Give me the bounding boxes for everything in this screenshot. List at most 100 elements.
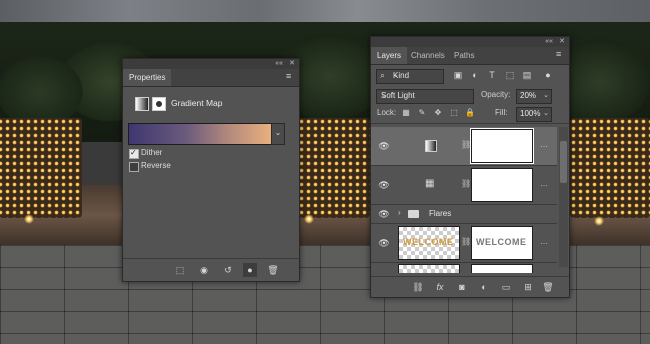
chain-link-icon[interactable]: ⛓	[461, 179, 471, 188]
trash-icon[interactable]: 🗑	[541, 280, 555, 294]
layers-panel: «« ✕ Layers Channels Paths ≡ ⌕ Kind ⌄ ▣ …	[370, 36, 570, 298]
more-icon[interactable]: …	[540, 237, 548, 246]
layers-scrollbar[interactable]	[559, 127, 568, 267]
lock-position-icon[interactable]: ✥	[433, 108, 443, 118]
close-icon[interactable]: ✕	[289, 59, 295, 69]
filter-toggle-icon[interactable]: ●	[543, 70, 553, 80]
eye-icon[interactable]: 👁	[378, 238, 390, 248]
gradient-preview[interactable]	[128, 123, 272, 145]
collapse-icon[interactable]: ««	[545, 37, 553, 47]
lock-row: Lock: ▦ ✎ ✥ ⬚ 🔒 Fill: 100% ⌄	[371, 105, 569, 124]
flare-icon	[24, 214, 34, 224]
opacity-value: 20%	[520, 91, 537, 100]
clip-to-layer-icon[interactable]: ⬚	[173, 263, 187, 277]
fill-label: Fill:	[495, 108, 508, 117]
lock-transparency-icon[interactable]: ▦	[401, 108, 411, 118]
layer-row-pattern[interactable]: 👁 ▦ ⛓ …	[371, 166, 557, 205]
blend-row: Soft Light ⌄ Opacity: 20% ⌄	[371, 87, 569, 105]
layers-bottom-bar: ⛓ fx ◙ ◐ ▭ ⊞ 🗑	[371, 276, 569, 297]
properties-body: Gradient Map ⌄ Dither Reverse ⬚ ◉ ↺ ● 🗑	[123, 87, 299, 281]
new-layer-icon[interactable]: ⊞	[521, 280, 535, 294]
mask-icon[interactable]: ◙	[455, 280, 469, 294]
panel-titlebar[interactable]: «« ✕	[123, 59, 299, 69]
gradient-dropdown-chevron-icon[interactable]: ⌄	[271, 123, 285, 145]
panel-titlebar[interactable]: «« ✕	[371, 37, 569, 47]
eye-icon[interactable]: 👁	[378, 180, 390, 190]
dither-checkbox[interactable]	[129, 148, 139, 159]
tab-channels[interactable]: Channels	[405, 47, 451, 64]
view-previous-state-icon[interactable]: ◉	[197, 263, 211, 277]
filter-type-icon[interactable]: T	[487, 70, 497, 80]
reset-icon[interactable]: ↺	[221, 263, 235, 277]
filter-kind-dropdown[interactable]: ⌕ Kind ⌄	[376, 69, 444, 84]
grid-adjustment-icon: ▦	[425, 178, 435, 189]
fill-input[interactable]: 100% ⌄	[516, 107, 552, 122]
filter-pixel-icon[interactable]: ▣	[453, 70, 463, 80]
layer-mask-icon[interactable]	[152, 97, 166, 111]
scrollbar-thumb[interactable]	[560, 141, 567, 183]
tab-properties[interactable]: Properties	[123, 69, 172, 86]
chevron-down-icon: ⌄	[381, 92, 387, 99]
eye-icon[interactable]: 👁	[378, 141, 390, 151]
collapse-icon[interactable]: ««	[275, 59, 283, 69]
link-icon[interactable]: ⛓	[411, 280, 425, 294]
eye-icon[interactable]: 👁	[378, 209, 390, 219]
blend-mode-dropdown[interactable]: Soft Light ⌄	[376, 89, 474, 104]
opacity-input[interactable]: 20% ⌄	[516, 89, 552, 104]
group-name: Flares	[429, 209, 452, 218]
lock-label: Lock:	[377, 108, 397, 117]
reverse-label: Reverse	[141, 161, 171, 170]
marquee-letter-m	[570, 118, 650, 218]
gradient-map-adjustment-icon	[135, 97, 149, 111]
filter-shape-icon[interactable]: ⬚	[505, 70, 515, 80]
properties-bottom-bar: ⬚ ◉ ↺ ● 🗑	[123, 258, 299, 281]
fill-value: 100%	[520, 109, 541, 118]
layer-mask-thumbnail[interactable]: WELCOME	[471, 226, 533, 260]
layer-mask-thumbnail[interactable]	[471, 264, 533, 273]
adjustment-icon[interactable]: ◐	[477, 280, 491, 294]
marquee-letter-c	[298, 118, 370, 218]
group-icon[interactable]: ▭	[499, 280, 513, 294]
layer-mask-thumbnail[interactable]	[471, 168, 533, 202]
trash-icon[interactable]: 🗑	[266, 263, 280, 277]
opacity-label: Opacity:	[481, 90, 511, 99]
chain-link-icon[interactable]: ⛓	[461, 140, 471, 149]
layer-row-welcome-text[interactable]: 👁 WELCOME ⛓ WELCOME …	[371, 224, 557, 263]
layers-tabbar: Layers Channels Paths ≡	[371, 47, 569, 65]
chevron-down-icon: ⌄	[543, 110, 549, 117]
tab-paths[interactable]: Paths	[448, 47, 480, 64]
more-icon[interactable]: …	[540, 179, 548, 188]
close-icon[interactable]: ✕	[559, 37, 565, 47]
layer-mask-thumbnail[interactable]	[470, 128, 534, 164]
folder-icon	[408, 210, 419, 218]
welcome-thumbnail-text: WELCOME	[403, 237, 454, 247]
visibility-icon[interactable]: ●	[243, 263, 257, 277]
filter-smartobject-icon[interactable]: ▤	[522, 70, 532, 80]
properties-panel: «« ✕ Properties ≡ Gradient Map ⌄ Dither …	[122, 58, 300, 282]
chain-link-icon[interactable]: ⛓	[461, 237, 471, 246]
layer-row-partial[interactable]	[371, 263, 557, 273]
layer-row-flares-group[interactable]: 👁 › Flares	[371, 205, 557, 224]
layer-thumbnail[interactable]	[398, 264, 460, 273]
lock-pixels-icon[interactable]: ✎	[417, 108, 427, 118]
dither-label: Dither	[141, 148, 163, 157]
filter-adjustment-icon[interactable]: ◐	[470, 70, 480, 80]
chevron-down-icon: ⌄	[393, 72, 399, 79]
disclosure-triangle-icon[interactable]: ›	[398, 208, 401, 217]
fx-icon[interactable]: fx	[433, 280, 447, 294]
layer-thumbnail[interactable]: WELCOME	[398, 226, 460, 260]
gradient-map-adjustment-icon	[425, 140, 437, 152]
panel-menu-icon[interactable]: ≡	[556, 50, 565, 59]
search-icon: ⌕	[380, 70, 386, 80]
welcome-mask-text: WELCOME	[476, 237, 527, 247]
tab-layers[interactable]: Layers	[371, 47, 408, 64]
lock-artboard-icon[interactable]: ⬚	[449, 108, 459, 118]
reverse-checkbox[interactable]	[129, 162, 139, 172]
marquee-letter-w	[0, 118, 82, 218]
flare-icon	[594, 216, 604, 226]
panel-menu-icon[interactable]: ≡	[286, 72, 295, 81]
lock-all-icon[interactable]: 🔒	[465, 108, 475, 118]
flare-icon	[304, 214, 314, 224]
layer-row-gradient-map[interactable]: 👁 ⛓ …	[371, 127, 557, 166]
more-icon[interactable]: …	[540, 140, 548, 149]
